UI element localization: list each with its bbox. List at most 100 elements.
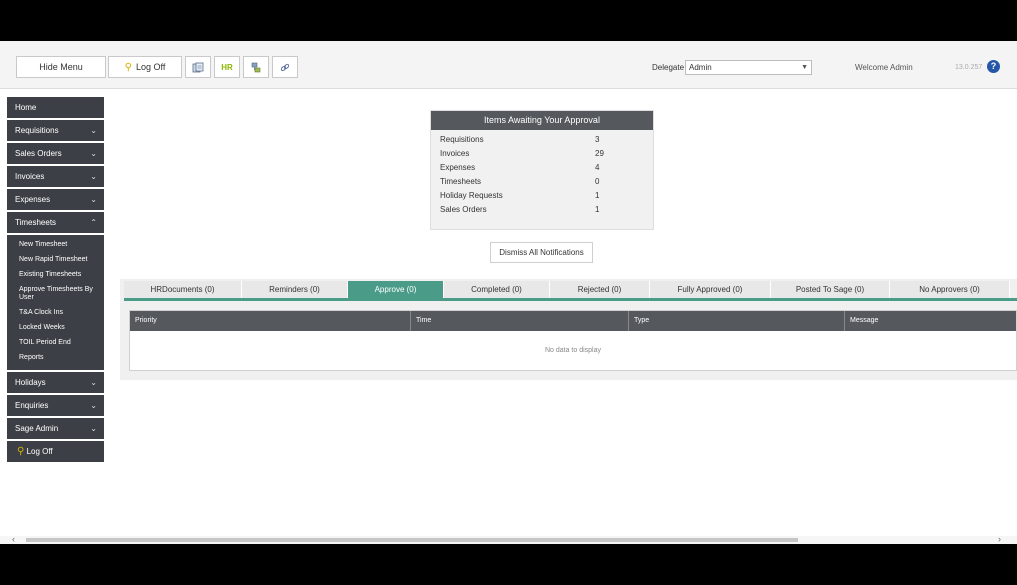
tab-completed[interactable]: Completed (0) [444, 281, 550, 298]
link-icon [280, 63, 290, 71]
approval-label: Requisitions [440, 135, 484, 144]
column-header-message[interactable]: Message [845, 311, 1016, 331]
submenu-item-approve-timesheets[interactable]: Approve Timesheets By User [7, 283, 104, 306]
submenu-item-clock-ins[interactable]: T&A Clock Ins [7, 306, 104, 321]
grid-empty-message: No data to display [544, 347, 602, 354]
sidebar-item-requisitions[interactable]: Requisitions ⌄ [7, 120, 104, 141]
documents-icon [192, 62, 204, 72]
chevron-down-icon: ⌄ [90, 401, 97, 410]
approval-count: 0 [595, 177, 600, 186]
hide-menu-button[interactable]: Hide Menu [16, 56, 106, 78]
tab-no-approvers[interactable]: No Approvers (0) [890, 281, 1010, 298]
approval-label: Sales Orders [440, 205, 487, 214]
sidebar-item-label: Sales Orders [15, 149, 62, 158]
approval-row-invoices[interactable]: Invoices 29 [431, 146, 653, 160]
submenu-item-new-timesheet[interactable]: New Timesheet [7, 238, 104, 253]
sidebar-item-sage-admin[interactable]: Sage Admin ⌄ [7, 418, 104, 439]
log-off-label: Log Off [135, 62, 166, 72]
sidebar-item-label: Home [15, 103, 37, 112]
approval-summary-panel: Items Awaiting Your Approval Requisition… [430, 110, 654, 230]
approval-count: 1 [595, 205, 600, 214]
column-header-time[interactable]: Time [411, 311, 629, 331]
active-tab-underline [124, 298, 1017, 301]
sidebar-item-label: Enquiries [15, 401, 49, 410]
approval-count: 3 [595, 135, 600, 144]
chevron-down-icon: ⌄ [90, 172, 97, 181]
scroll-right-icon[interactable]: › [998, 534, 1001, 544]
approval-row-timesheets[interactable]: Timesheets 0 [431, 174, 653, 188]
approval-count: 1 [595, 191, 600, 200]
sidebar-item-label: Holidays [15, 378, 46, 387]
delegate-select[interactable]: Admin ▼ [685, 60, 812, 75]
tab-rejected[interactable]: Rejected (0) [550, 281, 650, 298]
submenu-item-new-rapid-timesheet[interactable]: New Rapid Timesheet [7, 253, 104, 268]
hide-menu-label: Hide Menu [39, 62, 83, 72]
scrollbar-thumb[interactable] [26, 538, 798, 542]
org-chart-button[interactable] [243, 56, 269, 78]
approval-title: Items Awaiting Your Approval [431, 111, 653, 130]
timesheets-submenu: New Timesheet New Rapid Timesheet Existi… [7, 235, 104, 370]
sidebar-item-label: Invoices [15, 172, 45, 181]
sidebar-item-timesheets[interactable]: Timesheets ⌃ [7, 212, 104, 233]
approval-count: 29 [595, 149, 604, 158]
approval-row-holiday-requests[interactable]: Holiday Requests 1 [431, 188, 653, 202]
tab-posted-to-sage[interactable]: Posted To Sage (0) [771, 281, 890, 298]
approval-count: 4 [595, 163, 600, 172]
delegate-label: Delegate [652, 63, 685, 72]
approval-row-requisitions[interactable]: Requisitions 3 [431, 132, 653, 146]
key-icon: ⚲ [17, 446, 25, 457]
log-off-button[interactable]: ⚲ Log Off [108, 56, 182, 78]
grid-header: Priority Time Type Message [130, 311, 1016, 331]
sidebar-item-enquiries[interactable]: Enquiries ⌄ [7, 395, 104, 416]
dismiss-all-notifications-button[interactable]: Dismiss All Notifications [490, 242, 593, 263]
column-header-priority[interactable]: Priority [130, 311, 411, 331]
key-icon: ⚲ [124, 61, 132, 73]
sidebar-item-home[interactable]: Home [7, 97, 104, 118]
submenu-item-reports[interactable]: Reports [7, 351, 104, 366]
approval-row-sales-orders[interactable]: Sales Orders 1 [431, 202, 653, 216]
sidebar-item-log-off[interactable]: ⚲ Log Off [7, 441, 104, 462]
chevron-down-icon: ⌄ [90, 149, 97, 158]
hr-button[interactable]: HR [214, 56, 240, 78]
top-toolbar: Hide Menu ⚲ Log Off HR Delegate Admin ▼ … [0, 41, 1017, 89]
tab-fully-approved[interactable]: Fully Approved (0) [650, 281, 771, 298]
horizontal-scrollbar[interactable]: ‹ › [0, 534, 1017, 544]
notifications-tabs-panel: HRDocuments (0) Reminders (0) Approve (0… [120, 279, 1017, 380]
approval-label: Holiday Requests [440, 191, 503, 200]
sidebar-item-holidays[interactable]: Holidays ⌄ [7, 372, 104, 393]
column-header-type[interactable]: Type [629, 311, 845, 331]
delegate-value: Admin [689, 63, 712, 72]
chevron-down-icon: ⌄ [90, 424, 97, 433]
app-window: Hide Menu ⚲ Log Off HR Delegate Admin ▼ … [0, 41, 1017, 544]
org-chart-icon [251, 62, 261, 72]
sidebar-item-expenses[interactable]: Expenses ⌄ [7, 189, 104, 210]
approval-label: Timesheets [440, 177, 482, 186]
sidebar-item-invoices[interactable]: Invoices ⌄ [7, 166, 104, 187]
approval-label: Expenses [440, 163, 476, 172]
chevron-up-icon: ⌃ [90, 218, 97, 227]
tab-approve[interactable]: Approve (0) [348, 281, 444, 298]
sidebar-item-label: Expenses [15, 195, 51, 204]
tab-reminders[interactable]: Reminders (0) [242, 281, 348, 298]
chevron-down-icon: ⌄ [90, 195, 97, 204]
sidebar-item-sales-orders[interactable]: Sales Orders ⌄ [7, 143, 104, 164]
welcome-text: Welcome Admin [855, 63, 913, 72]
submenu-item-existing-timesheets[interactable]: Existing Timesheets [7, 268, 104, 283]
scroll-left-icon[interactable]: ‹ [12, 534, 15, 544]
documents-button[interactable] [185, 56, 211, 78]
approval-row-expenses[interactable]: Expenses 4 [431, 160, 653, 174]
submenu-item-toil-period-end[interactable]: TOIL Period End [7, 336, 104, 351]
hr-label: HR [221, 62, 233, 72]
submenu-item-locked-weeks[interactable]: Locked Weeks [7, 321, 104, 336]
approval-label: Invoices [440, 149, 470, 158]
notifications-grid: Priority Time Type Message No data to di… [129, 310, 1017, 371]
chevron-down-icon: ⌄ [90, 378, 97, 387]
caret-down-icon: ▼ [801, 64, 808, 71]
tab-hrdocuments[interactable]: HRDocuments (0) [124, 281, 242, 298]
help-icon[interactable]: ? [987, 60, 1000, 73]
tab-strip: HRDocuments (0) Reminders (0) Approve (0… [124, 281, 1010, 298]
sidebar-item-label: Timesheets [15, 218, 57, 227]
chevron-down-icon: ⌄ [90, 126, 97, 135]
sidebar-item-label: Log Off [26, 447, 53, 456]
link-button[interactable] [272, 56, 298, 78]
